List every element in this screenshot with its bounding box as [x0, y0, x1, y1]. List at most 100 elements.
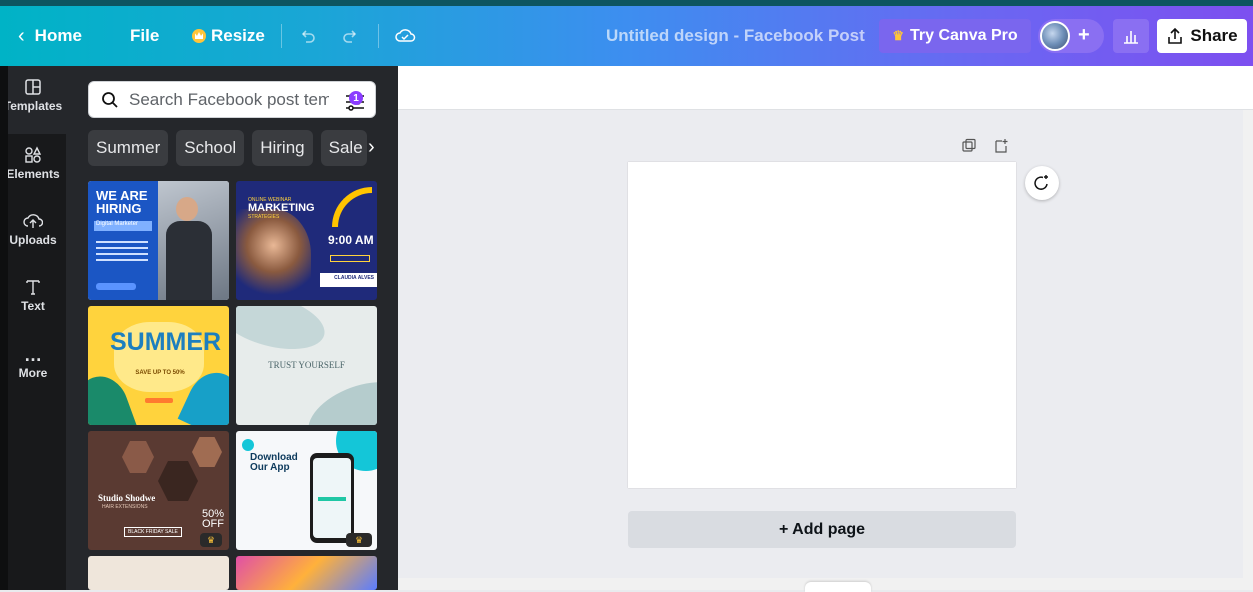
save-status-button[interactable] — [394, 6, 416, 66]
uploads-icon — [23, 214, 43, 228]
template-marketing[interactable]: ONLINE WEBINAR MARKETING STRATEGIES 9:00… — [236, 181, 377, 300]
duplicate-page-icon[interactable] — [961, 138, 977, 154]
add-page-label: + Add page — [778, 520, 866, 538]
template-title: Studio Shodwe — [98, 493, 156, 503]
rail-item-templates[interactable]: Templates — [0, 78, 66, 113]
template-search-box[interactable]: Search Facebook post tem 1 — [88, 81, 376, 118]
chip-hiring[interactable]: Hiring — [252, 130, 313, 166]
design-page[interactable] — [628, 162, 1016, 488]
category-chips: Summer School Hiring Sale — [88, 130, 367, 166]
template-title: Download Our App — [250, 452, 298, 473]
tile-button — [96, 283, 136, 290]
rail-label: Uploads — [9, 233, 57, 247]
team-avatar-button[interactable]: + — [1038, 19, 1104, 53]
template-download-app[interactable]: Download Our App ♛ — [236, 431, 377, 550]
undo-button[interactable] — [298, 6, 318, 66]
template-summer[interactable]: SUMMER SAVE UP TO 50% — [88, 306, 229, 425]
template-title: SUMMER — [110, 328, 222, 356]
tile-hex — [158, 461, 198, 501]
template-title: TRUST YOURSELF — [268, 360, 345, 370]
crown-icon — [192, 29, 206, 43]
file-menu[interactable]: File — [130, 6, 159, 66]
rail-item-text[interactable]: Text — [0, 278, 66, 313]
add-page-button[interactable]: + Add page — [628, 511, 1016, 548]
template-partial[interactable] — [236, 556, 377, 590]
crown-icon: ♛ — [892, 28, 905, 43]
chip-summer[interactable]: Summer — [88, 130, 169, 166]
cloud-check-icon — [395, 29, 416, 42]
templates-icon — [25, 79, 41, 95]
rail-label: Templates — [3, 99, 63, 113]
window-left-edge — [0, 66, 8, 590]
divider — [281, 24, 282, 48]
tile-button — [145, 398, 173, 403]
tile-dot — [242, 439, 254, 451]
search-icon — [102, 92, 118, 108]
elements-icon — [25, 146, 42, 163]
search-input[interactable]: Search Facebook post tem — [129, 90, 329, 110]
design-title-text: Untitled design - Facebook Post — [606, 26, 865, 45]
rail-item-elements[interactable]: Elements — [0, 146, 66, 181]
file-label: File — [130, 26, 160, 45]
chevron-right-icon[interactable]: › — [368, 136, 375, 159]
divider — [378, 24, 379, 48]
upload-icon — [1168, 27, 1183, 44]
top-bar: ‹ Home File Resize Untitled design - Fac… — [0, 6, 1253, 66]
chip-school[interactable]: School — [176, 130, 245, 166]
editor-toolbar — [398, 66, 1253, 110]
resize-label: Resize — [211, 26, 265, 45]
template-tag: BLACK FRIDAY SALE — [124, 527, 182, 537]
tile-button — [330, 255, 370, 262]
template-name: CLAUDIA ALVES — [320, 273, 377, 287]
regenerate-button[interactable] — [1025, 166, 1059, 200]
chevron-left-icon: ‹ — [18, 24, 25, 47]
template-hiring[interactable]: WE ARE HIRING Digital Marketer — [88, 181, 229, 300]
tile-wash — [299, 368, 377, 425]
template-partial[interactable] — [88, 556, 229, 590]
try-pro-label: Try Canva Pro — [910, 27, 1018, 44]
try-canva-pro-button[interactable]: ♛ Try Canva Pro — [879, 19, 1031, 53]
tile-wash — [236, 306, 331, 360]
template-trust-yourself[interactable]: TRUST YOURSELF — [236, 306, 377, 425]
refresh-sparkle-icon — [1034, 175, 1048, 190]
redo-button[interactable] — [340, 6, 360, 66]
vertical-scrollbar[interactable] — [1243, 110, 1253, 578]
rail-label: Elements — [6, 167, 60, 181]
templates-panel: Search Facebook post tem 1 Summer School… — [66, 66, 398, 590]
filter-button[interactable]: 1 — [343, 88, 367, 112]
pro-crown-icon: ♛ — [346, 533, 372, 547]
template-promo: 50% OFF — [201, 508, 225, 530]
rail-item-more[interactable]: … More — [0, 345, 66, 380]
plus-icon: + — [1078, 24, 1090, 46]
undo-icon — [301, 30, 315, 43]
chip-sale[interactable]: Sale — [320, 130, 367, 166]
template-title: MARKETING — [248, 202, 315, 214]
tile-hex — [192, 437, 222, 467]
rail-item-uploads[interactable]: Uploads — [0, 212, 66, 247]
avatar — [1040, 21, 1070, 51]
template-sub: SAVE UP TO 50% — [135, 370, 185, 376]
text-icon — [26, 280, 40, 295]
tile-phone — [310, 453, 354, 543]
rail-label: More — [18, 366, 48, 380]
tile-hex — [122, 441, 154, 473]
home-link[interactable]: ‹ Home — [18, 6, 82, 66]
resize-button[interactable]: Resize — [192, 6, 265, 66]
tile-arc — [332, 187, 372, 227]
tile-photo — [236, 209, 311, 300]
rail-label: Text — [21, 299, 45, 313]
share-button[interactable]: Share — [1157, 19, 1247, 53]
filter-count-badge: 1 — [349, 91, 363, 105]
insights-button[interactable] — [1113, 19, 1149, 53]
bottom-handle[interactable] — [805, 582, 871, 592]
design-title[interactable]: Untitled design - Facebook Post — [606, 6, 865, 66]
pro-crown-icon: ♛ — [200, 533, 222, 547]
redo-icon — [343, 30, 357, 43]
share-label: Share — [1190, 26, 1238, 45]
home-label: Home — [34, 26, 82, 45]
template-subtitle: Digital Marketer — [94, 221, 152, 231]
template-studio-shodwe[interactable]: Studio Shodwe HAIR EXTENSIONS 50% OFF BL… — [88, 431, 229, 550]
more-icon: … — [24, 345, 42, 365]
template-time: 9:00 AM — [328, 233, 374, 247]
add-page-icon[interactable] — [993, 138, 1009, 154]
